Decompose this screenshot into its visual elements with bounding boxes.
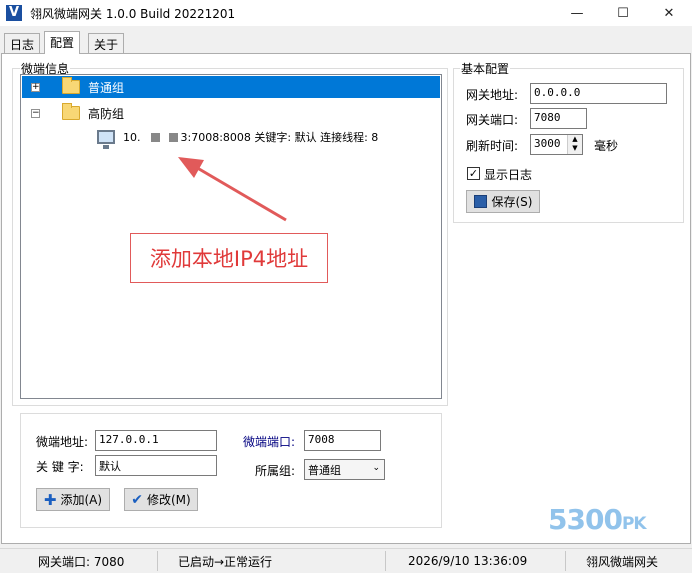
app-icon: V [6,5,22,21]
computer-icon [97,130,115,149]
floppy-disk-icon [473,195,487,208]
gateway-address-label: 网关地址: [466,88,519,102]
expand-icon[interactable]: + [31,82,40,92]
show-log-label: 显示日志 [484,168,533,182]
modify-button-label: 修改(M) [147,493,191,507]
status-app-name: 翎风微端网关 [586,554,659,569]
redaction-mark [150,132,160,142]
keyword-input[interactable]: 默认 [95,455,217,476]
chevron-down-icon: ⌄ [372,463,380,473]
tab-log[interactable]: 日志 [4,33,41,53]
redaction-mark [168,132,178,142]
keyword-label: 关 键 字: [36,460,84,474]
basic-config-label: 基本配置 [460,60,511,77]
micro-address-label: 微端地址: [36,435,89,449]
annotation-box: 添加本地IP4地址 [130,233,328,283]
maximize-button[interactable]: ☐ [600,0,646,26]
folder-icon [62,103,80,120]
tree-item-defense-group[interactable]: − 高防组 [22,102,440,124]
modify-button[interactable]: ✔ 修改(M) [124,488,198,511]
tree-item-label: 高防组 [88,106,125,121]
status-run-state: 已启动→正常运行 [158,551,386,571]
refresh-time-label: 刷新时间: [466,139,519,153]
tree-item-label: 普通组 [88,80,125,95]
close-button[interactable]: ✕ [646,0,692,26]
refresh-unit-label: 毫秒 [594,139,619,153]
gateway-address-input[interactable]: 0.0.0.0 [530,83,667,104]
server-address-prefix: 10. [123,130,141,144]
save-button-label: 保存(S) [491,195,533,209]
title-bar: V 翎风微端网关 1.0.0 Build 20221201 — ☐ ✕ [0,0,692,26]
refresh-spinner[interactable]: ▲ ▼ [567,135,582,154]
group-select-label: 所属组: [255,464,296,478]
tree-item-normal-group[interactable]: + 普通组 [22,76,440,98]
show-log-checkbox[interactable]: ✓ [467,167,480,180]
micro-port-input[interactable]: 7008 [304,430,381,451]
annotation-arrow [178,157,287,222]
tab-config[interactable]: 配置 [44,31,81,54]
window-title: 翎风微端网关 1.0.0 Build 20221201 [30,7,236,21]
tab-about[interactable]: 关于 [88,33,125,53]
minimize-button[interactable]: — [554,0,600,26]
check-icon: ✔ [131,491,143,508]
micro-port-label: 微端端口: [243,435,296,449]
tree-item-server[interactable]: 10. 3:7008:8008 关键字: 默认 连接线程: 8 [97,126,437,149]
gateway-port-input[interactable]: 7080 [530,108,587,129]
server-info-label: 3:7008:8008 关键字: 默认 连接线程: 8 [180,131,379,144]
folder-icon [62,77,80,94]
watermark-logo: 5300PK [548,503,647,536]
add-button[interactable]: ✚ 添加(A) [36,488,110,511]
status-gateway-port: 网关端口: 7080 [0,551,158,571]
group-select-value: 普通组 [308,464,341,477]
gateway-port-label: 网关端口: [466,113,519,127]
plus-icon: ✚ [43,490,57,509]
collapse-icon[interactable]: − [31,108,40,118]
status-datetime: 2026/9/10 13:36:09 [386,551,566,571]
save-button[interactable]: 保存(S) [466,190,540,213]
group-select[interactable]: 普通组 ⌄ [304,459,385,480]
micro-address-input[interactable]: 127.0.0.1 [95,430,217,451]
add-button-label: 添加(A) [60,493,103,507]
